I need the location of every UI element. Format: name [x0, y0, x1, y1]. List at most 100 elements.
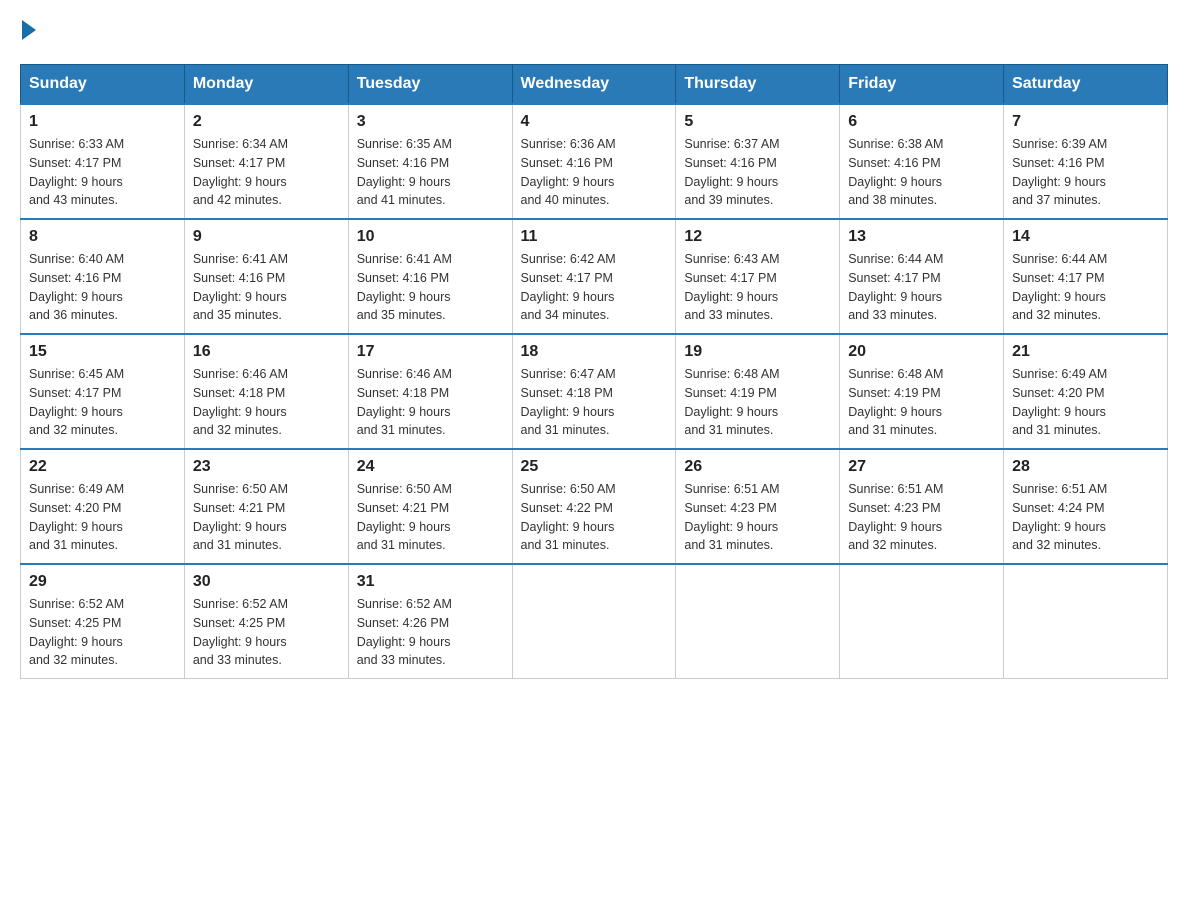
day-info: Sunrise: 6:49 AM Sunset: 4:20 PM Dayligh… [29, 480, 176, 555]
day-cell: 22 Sunrise: 6:49 AM Sunset: 4:20 PM Dayl… [21, 449, 185, 564]
day-cell [512, 564, 676, 679]
day-info: Sunrise: 6:41 AM Sunset: 4:16 PM Dayligh… [193, 250, 340, 325]
day-number: 22 [29, 458, 176, 476]
day-number: 3 [357, 113, 504, 131]
day-info: Sunrise: 6:36 AM Sunset: 4:16 PM Dayligh… [521, 135, 668, 210]
day-number: 5 [684, 113, 831, 131]
day-cell: 13 Sunrise: 6:44 AM Sunset: 4:17 PM Dayl… [840, 219, 1004, 334]
day-number: 15 [29, 343, 176, 361]
day-number: 10 [357, 228, 504, 246]
week-row-3: 15 Sunrise: 6:45 AM Sunset: 4:17 PM Dayl… [21, 334, 1168, 449]
day-info: Sunrise: 6:38 AM Sunset: 4:16 PM Dayligh… [848, 135, 995, 210]
day-cell [1004, 564, 1168, 679]
column-header-friday: Friday [840, 65, 1004, 105]
day-number: 28 [1012, 458, 1159, 476]
day-number: 14 [1012, 228, 1159, 246]
day-info: Sunrise: 6:41 AM Sunset: 4:16 PM Dayligh… [357, 250, 504, 325]
day-info: Sunrise: 6:51 AM Sunset: 4:23 PM Dayligh… [684, 480, 831, 555]
day-info: Sunrise: 6:52 AM Sunset: 4:25 PM Dayligh… [29, 595, 176, 670]
day-info: Sunrise: 6:46 AM Sunset: 4:18 PM Dayligh… [193, 365, 340, 440]
day-info: Sunrise: 6:48 AM Sunset: 4:19 PM Dayligh… [684, 365, 831, 440]
day-cell: 27 Sunrise: 6:51 AM Sunset: 4:23 PM Dayl… [840, 449, 1004, 564]
calendar-table: SundayMondayTuesdayWednesdayThursdayFrid… [20, 64, 1168, 679]
day-cell: 10 Sunrise: 6:41 AM Sunset: 4:16 PM Dayl… [348, 219, 512, 334]
day-number: 18 [521, 343, 668, 361]
day-cell: 17 Sunrise: 6:46 AM Sunset: 4:18 PM Dayl… [348, 334, 512, 449]
week-row-2: 8 Sunrise: 6:40 AM Sunset: 4:16 PM Dayli… [21, 219, 1168, 334]
day-cell: 20 Sunrise: 6:48 AM Sunset: 4:19 PM Dayl… [840, 334, 1004, 449]
day-number: 25 [521, 458, 668, 476]
day-info: Sunrise: 6:34 AM Sunset: 4:17 PM Dayligh… [193, 135, 340, 210]
day-info: Sunrise: 6:52 AM Sunset: 4:25 PM Dayligh… [193, 595, 340, 670]
day-number: 16 [193, 343, 340, 361]
day-info: Sunrise: 6:42 AM Sunset: 4:17 PM Dayligh… [521, 250, 668, 325]
day-info: Sunrise: 6:47 AM Sunset: 4:18 PM Dayligh… [521, 365, 668, 440]
day-info: Sunrise: 6:50 AM Sunset: 4:21 PM Dayligh… [193, 480, 340, 555]
day-info: Sunrise: 6:44 AM Sunset: 4:17 PM Dayligh… [1012, 250, 1159, 325]
day-cell: 4 Sunrise: 6:36 AM Sunset: 4:16 PM Dayli… [512, 104, 676, 219]
day-number: 26 [684, 458, 831, 476]
day-number: 30 [193, 573, 340, 591]
day-cell: 15 Sunrise: 6:45 AM Sunset: 4:17 PM Dayl… [21, 334, 185, 449]
day-number: 23 [193, 458, 340, 476]
day-info: Sunrise: 6:50 AM Sunset: 4:22 PM Dayligh… [521, 480, 668, 555]
day-cell: 24 Sunrise: 6:50 AM Sunset: 4:21 PM Dayl… [348, 449, 512, 564]
week-row-5: 29 Sunrise: 6:52 AM Sunset: 4:25 PM Dayl… [21, 564, 1168, 679]
week-row-4: 22 Sunrise: 6:49 AM Sunset: 4:20 PM Dayl… [21, 449, 1168, 564]
day-cell: 23 Sunrise: 6:50 AM Sunset: 4:21 PM Dayl… [184, 449, 348, 564]
column-header-wednesday: Wednesday [512, 65, 676, 105]
day-number: 4 [521, 113, 668, 131]
day-cell: 9 Sunrise: 6:41 AM Sunset: 4:16 PM Dayli… [184, 219, 348, 334]
day-cell: 7 Sunrise: 6:39 AM Sunset: 4:16 PM Dayli… [1004, 104, 1168, 219]
day-cell: 3 Sunrise: 6:35 AM Sunset: 4:16 PM Dayli… [348, 104, 512, 219]
day-info: Sunrise: 6:35 AM Sunset: 4:16 PM Dayligh… [357, 135, 504, 210]
logo-arrow-icon [22, 20, 36, 40]
day-cell: 28 Sunrise: 6:51 AM Sunset: 4:24 PM Dayl… [1004, 449, 1168, 564]
day-cell: 26 Sunrise: 6:51 AM Sunset: 4:23 PM Dayl… [676, 449, 840, 564]
day-info: Sunrise: 6:51 AM Sunset: 4:23 PM Dayligh… [848, 480, 995, 555]
day-cell: 21 Sunrise: 6:49 AM Sunset: 4:20 PM Dayl… [1004, 334, 1168, 449]
day-number: 12 [684, 228, 831, 246]
column-header-thursday: Thursday [676, 65, 840, 105]
header-row: SundayMondayTuesdayWednesdayThursdayFrid… [21, 65, 1168, 105]
day-info: Sunrise: 6:49 AM Sunset: 4:20 PM Dayligh… [1012, 365, 1159, 440]
column-header-saturday: Saturday [1004, 65, 1168, 105]
column-header-tuesday: Tuesday [348, 65, 512, 105]
day-number: 11 [521, 228, 668, 246]
day-cell: 31 Sunrise: 6:52 AM Sunset: 4:26 PM Dayl… [348, 564, 512, 679]
day-cell: 14 Sunrise: 6:44 AM Sunset: 4:17 PM Dayl… [1004, 219, 1168, 334]
day-info: Sunrise: 6:44 AM Sunset: 4:17 PM Dayligh… [848, 250, 995, 325]
day-number: 31 [357, 573, 504, 591]
day-info: Sunrise: 6:50 AM Sunset: 4:21 PM Dayligh… [357, 480, 504, 555]
day-cell: 6 Sunrise: 6:38 AM Sunset: 4:16 PM Dayli… [840, 104, 1004, 219]
day-cell: 16 Sunrise: 6:46 AM Sunset: 4:18 PM Dayl… [184, 334, 348, 449]
day-info: Sunrise: 6:52 AM Sunset: 4:26 PM Dayligh… [357, 595, 504, 670]
page-header [20, 20, 1168, 44]
day-cell: 25 Sunrise: 6:50 AM Sunset: 4:22 PM Dayl… [512, 449, 676, 564]
day-cell: 5 Sunrise: 6:37 AM Sunset: 4:16 PM Dayli… [676, 104, 840, 219]
day-info: Sunrise: 6:46 AM Sunset: 4:18 PM Dayligh… [357, 365, 504, 440]
day-number: 21 [1012, 343, 1159, 361]
day-cell: 11 Sunrise: 6:42 AM Sunset: 4:17 PM Dayl… [512, 219, 676, 334]
day-info: Sunrise: 6:37 AM Sunset: 4:16 PM Dayligh… [684, 135, 831, 210]
logo [20, 20, 36, 44]
day-info: Sunrise: 6:33 AM Sunset: 4:17 PM Dayligh… [29, 135, 176, 210]
column-header-monday: Monday [184, 65, 348, 105]
day-number: 20 [848, 343, 995, 361]
day-number: 17 [357, 343, 504, 361]
day-info: Sunrise: 6:40 AM Sunset: 4:16 PM Dayligh… [29, 250, 176, 325]
day-number: 8 [29, 228, 176, 246]
day-number: 9 [193, 228, 340, 246]
day-cell: 29 Sunrise: 6:52 AM Sunset: 4:25 PM Dayl… [21, 564, 185, 679]
day-number: 13 [848, 228, 995, 246]
day-info: Sunrise: 6:51 AM Sunset: 4:24 PM Dayligh… [1012, 480, 1159, 555]
day-info: Sunrise: 6:48 AM Sunset: 4:19 PM Dayligh… [848, 365, 995, 440]
day-cell [840, 564, 1004, 679]
day-info: Sunrise: 6:39 AM Sunset: 4:16 PM Dayligh… [1012, 135, 1159, 210]
day-number: 7 [1012, 113, 1159, 131]
column-header-sunday: Sunday [21, 65, 185, 105]
day-cell: 1 Sunrise: 6:33 AM Sunset: 4:17 PM Dayli… [21, 104, 185, 219]
day-cell: 12 Sunrise: 6:43 AM Sunset: 4:17 PM Dayl… [676, 219, 840, 334]
day-number: 1 [29, 113, 176, 131]
day-number: 29 [29, 573, 176, 591]
